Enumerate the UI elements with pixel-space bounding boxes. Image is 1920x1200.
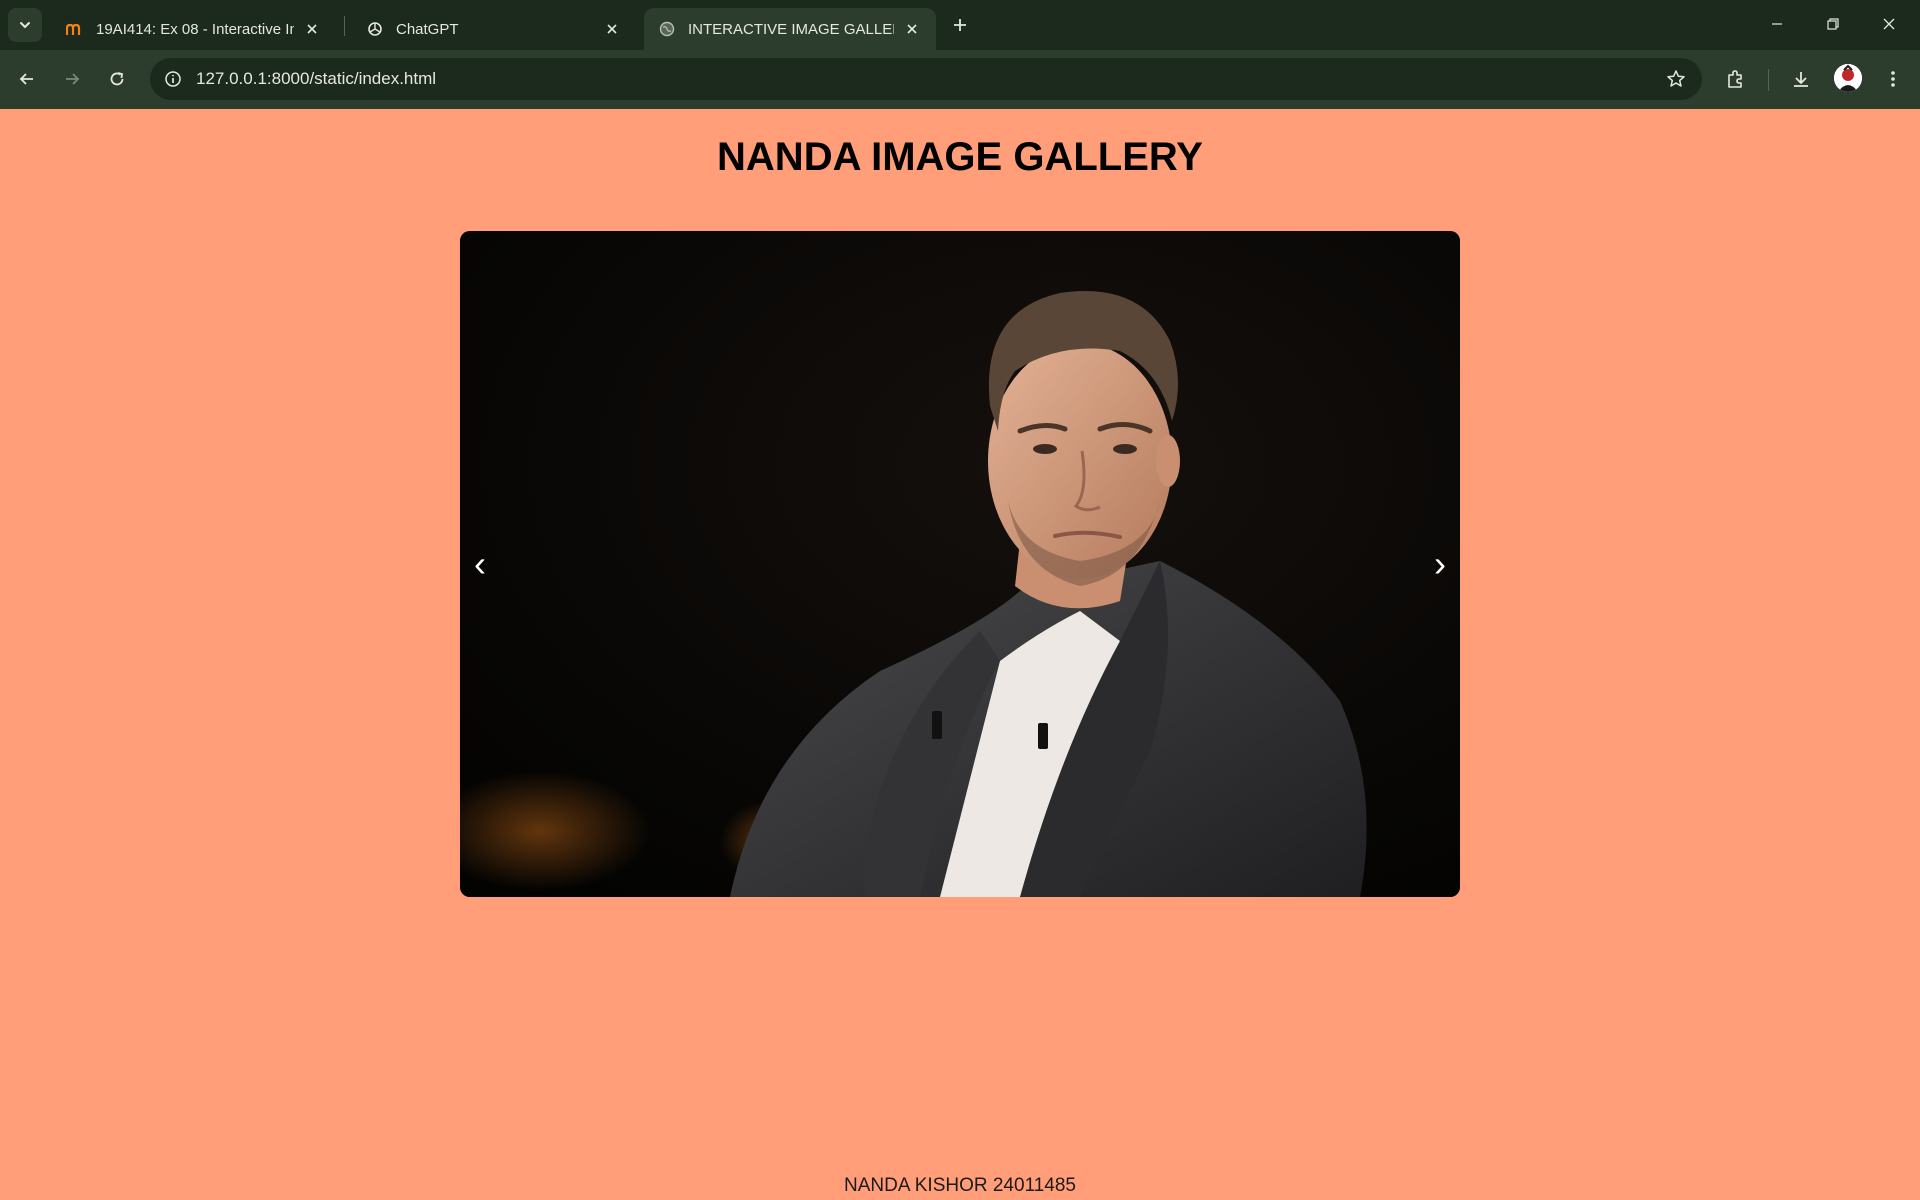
arrow-right-icon xyxy=(66,73,80,85)
close-icon[interactable] xyxy=(302,19,322,39)
image-gallery: ‹ › xyxy=(460,231,1460,897)
close-icon[interactable] xyxy=(602,19,622,39)
reload-icon xyxy=(110,72,124,86)
tab-title: 19AI414: Ex 08 - Interactive Ima xyxy=(96,20,294,38)
page-content: NANDA IMAGE GALLERY ‹ › NANDA KISHOR 240… xyxy=(0,109,1920,1200)
tab-title: INTERACTIVE IMAGE GALLERY xyxy=(688,20,894,38)
arrow-left-icon xyxy=(19,73,33,85)
restore-icon xyxy=(1827,18,1839,30)
tab-gallery[interactable]: INTERACTIVE IMAGE GALLERY xyxy=(644,8,936,50)
back-button[interactable] xyxy=(10,62,44,96)
forward-button[interactable] xyxy=(55,62,89,96)
globe-icon xyxy=(658,20,676,38)
chatgpt-icon xyxy=(366,20,384,38)
toolbar-divider xyxy=(1768,69,1769,91)
profile-avatar[interactable] xyxy=(1834,64,1862,92)
new-tab-button[interactable] xyxy=(946,11,974,39)
downloads-button[interactable] xyxy=(1784,62,1818,96)
previous-button[interactable]: ‹ xyxy=(460,537,500,591)
footer-credit: NANDA KISHOR 24011485 xyxy=(844,1175,1076,1196)
next-button[interactable]: › xyxy=(1420,537,1460,591)
menu-button[interactable] xyxy=(1876,62,1910,96)
url-text: 127.0.0.1:8000/static/index.html xyxy=(196,69,437,88)
avatar-image-icon xyxy=(1834,64,1862,92)
browser-toolbar: 127.0.0.1:8000/static/index.html xyxy=(0,50,1920,109)
plus-icon xyxy=(954,19,966,31)
bookmark-star-icon[interactable] xyxy=(1664,67,1688,91)
chevron-down-icon xyxy=(20,22,30,29)
tab-chatgpt[interactable]: ChatGPT xyxy=(352,8,636,50)
gallery-photo xyxy=(460,231,1460,897)
restore-button[interactable] xyxy=(1810,4,1856,44)
close-icon xyxy=(1883,18,1895,30)
address-bar[interactable]: 127.0.0.1:8000/static/index.html xyxy=(150,58,1702,100)
reload-button[interactable] xyxy=(100,62,134,96)
moodle-icon xyxy=(66,20,84,38)
minimize-icon xyxy=(1772,23,1782,25)
tab-strip: 19AI414: Ex 08 - Interactive Ima ChatGPT… xyxy=(0,0,1920,50)
page-title: NANDA IMAGE GALLERY xyxy=(717,135,1203,179)
tab-moodle[interactable]: 19AI414: Ex 08 - Interactive Ima xyxy=(52,8,336,50)
extensions-button[interactable] xyxy=(1718,62,1752,96)
window-close-button[interactable] xyxy=(1866,4,1912,44)
puzzle-icon xyxy=(1728,70,1742,88)
tab-separator xyxy=(344,16,345,36)
kebab-menu-icon xyxy=(1891,71,1895,87)
site-info-icon[interactable] xyxy=(158,64,188,94)
minimize-button[interactable] xyxy=(1754,4,1800,44)
tab-search-button[interactable] xyxy=(8,8,42,42)
close-icon[interactable] xyxy=(902,19,922,39)
tab-title: ChatGPT xyxy=(396,20,459,38)
download-icon xyxy=(1794,72,1808,87)
